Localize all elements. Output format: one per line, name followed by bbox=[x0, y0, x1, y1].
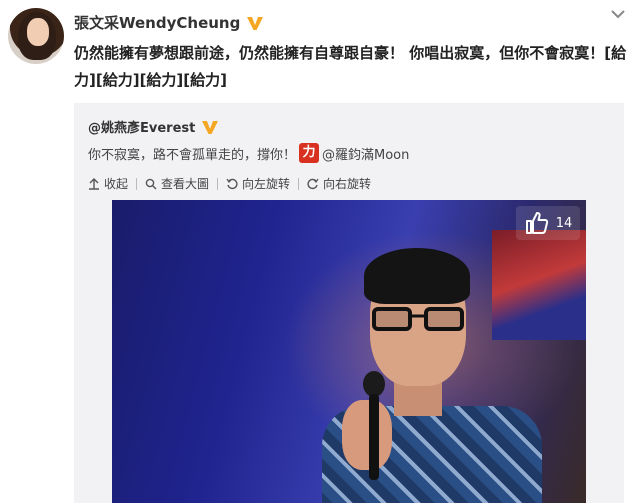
rotate-right-icon bbox=[307, 178, 319, 189]
collapse-label: 收起 bbox=[104, 177, 129, 191]
username-row: 張文采WendyCheung bbox=[74, 12, 264, 33]
collapse-icon bbox=[89, 177, 99, 190]
rotate-left-label: 向左旋转 bbox=[242, 177, 291, 191]
mention-link[interactable]: @羅鈞滿Moon bbox=[322, 144, 409, 163]
singer-hair bbox=[364, 248, 470, 304]
orig-text: 你不寂寞，路不會孤單走的，撐你！ 力 @羅鈞滿Moon bbox=[88, 143, 409, 163]
chevron-down-icon[interactable] bbox=[610, 8, 626, 20]
rotate-left-icon bbox=[226, 178, 238, 189]
weibo-post: 張文采WendyCheung 仍然能擁有夢想跟前途，仍然能擁有自尊跟自豪！ 你唱… bbox=[0, 0, 640, 503]
username-link[interactable]: 張文采WendyCheung bbox=[74, 12, 240, 33]
collapse-button[interactable]: 收起 bbox=[88, 175, 136, 192]
orig-author-link[interactable]: @姚燕彥Everest bbox=[88, 117, 195, 136]
like-count: 14 bbox=[555, 215, 573, 231]
orig-text-content: 你不寂寞，路不會孤單走的，撐你！ bbox=[88, 147, 297, 163]
verified-v-icon bbox=[247, 16, 264, 30]
stage-screen bbox=[492, 230, 586, 340]
repost-box: @姚燕彥Everest 你不寂寞，路不會孤單走的，撐你！ 力 @羅鈞滿Moon … bbox=[74, 103, 624, 503]
view-large-button[interactable]: 查看大圖 bbox=[137, 175, 217, 192]
image-actions: 收起 查看大圖 向左旋转 向右旋转 bbox=[88, 175, 379, 192]
glasses-graphic bbox=[372, 307, 464, 331]
thumbs-up-icon bbox=[525, 212, 548, 234]
orig-author-row: @姚燕彥Everest bbox=[88, 117, 219, 136]
avatar[interactable] bbox=[8, 8, 64, 64]
post-text: 仍然能擁有夢想跟前途，仍然能擁有自尊跟自豪！ 你唱出寂寞，但你不會寂寞！[給力]… bbox=[74, 44, 627, 89]
microphone-graphic bbox=[363, 371, 385, 480]
avatar-face bbox=[27, 18, 49, 46]
rotate-left-button[interactable]: 向左旋转 bbox=[218, 175, 298, 192]
view-large-label: 查看大圖 bbox=[161, 177, 210, 191]
post-photo[interactable]: 14 bbox=[112, 200, 586, 503]
rotate-right-label: 向右旋转 bbox=[323, 177, 372, 191]
force-emoticon-icon: 力 bbox=[299, 143, 320, 163]
rotate-right-button[interactable]: 向右旋转 bbox=[299, 175, 379, 192]
like-button[interactable]: 14 bbox=[516, 206, 580, 240]
verified-v-icon bbox=[202, 120, 219, 134]
search-icon bbox=[145, 178, 157, 189]
